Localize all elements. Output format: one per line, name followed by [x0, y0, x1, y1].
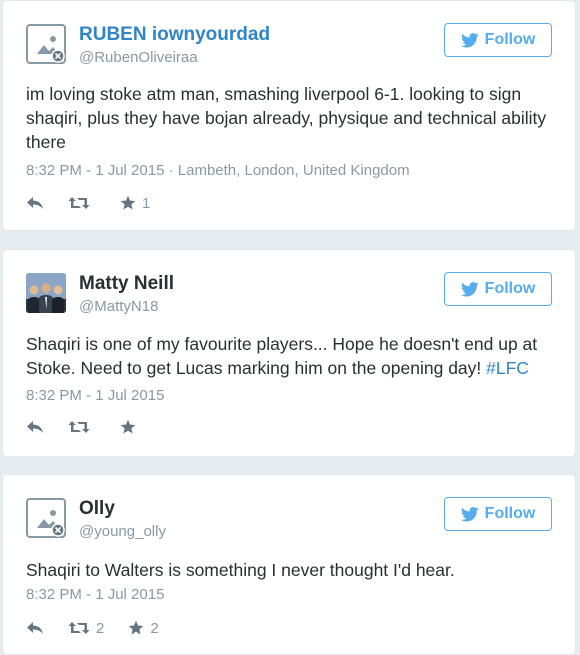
star-icon: [120, 195, 136, 210]
tweet-actions: [26, 417, 166, 437]
tweet-text: Shaqiri is one of my favourite players..…: [26, 332, 557, 380]
tweet-actions: 1: [26, 193, 174, 213]
follow-label: Follow: [484, 280, 536, 297]
retweet-button[interactable]: 2: [68, 620, 104, 637]
favorite-button[interactable]: 2: [128, 619, 159, 637]
retweet-icon: [68, 421, 90, 433]
favorite-count: 2: [150, 619, 159, 637]
reply-icon: [27, 197, 43, 209]
tweet-meta: 8:32 PM - 1 Jul 2015 · Lambeth, London, …: [26, 162, 410, 179]
tweet-text-main: Shaqiri is one of my favourite players..…: [26, 334, 538, 378]
tweet-text: Shaqiri to Walters is something I never …: [26, 560, 455, 580]
user-handle[interactable]: @young_olly: [79, 523, 166, 540]
twitter-bird-icon: [460, 506, 479, 521]
retweet-icon: [68, 197, 90, 209]
user-handle[interactable]: @MattyN18: [79, 298, 158, 315]
hashtag-link[interactable]: #LFC: [486, 358, 529, 378]
tweet-feed: RUBEN iownyourdad @RubenOliveiraa Follow…: [0, 0, 580, 655]
star-icon: [129, 620, 144, 635]
tweet-card: Olly @young_olly Follow Shaqiri to Walte…: [2, 474, 576, 655]
reply-icon: [27, 421, 43, 433]
user-handle[interactable]: @RubenOliveiraa: [79, 49, 198, 66]
tweet-meta: 8:32 PM - 1 Jul 2015: [26, 387, 164, 404]
timestamp[interactable]: 8:32 PM - 1 Jul 2015: [26, 162, 164, 179]
tweet-text: im loving stoke atm man, smashing liverp…: [26, 84, 547, 152]
follow-button[interactable]: Follow: [444, 272, 552, 306]
follow-label: Follow: [484, 31, 536, 48]
follow-button[interactable]: Follow: [444, 23, 552, 57]
meta-separator: ·: [168, 162, 178, 179]
twitter-bird-icon: [460, 32, 479, 47]
reply-button[interactable]: [26, 196, 44, 210]
tweet-meta: 8:32 PM - 1 Jul 2015: [26, 586, 164, 603]
tweet-card: RUBEN iownyourdad @RubenOliveiraa Follow…: [2, 0, 576, 231]
profile-photo[interactable]: [26, 273, 66, 313]
favorite-button[interactable]: 1: [120, 195, 150, 212]
follow-label: Follow: [484, 505, 536, 522]
twitter-bird-icon: [460, 281, 479, 296]
retweet-icon: [68, 622, 90, 634]
default-avatar-icon[interactable]: [26, 24, 66, 64]
tweet-card: Matty Neill @MattyN18 Follow Shaqiri is …: [2, 249, 576, 457]
retweet-button[interactable]: [68, 420, 96, 434]
favorite-count: 1: [142, 194, 151, 212]
follow-button[interactable]: Follow: [444, 497, 552, 531]
reply-icon: [27, 622, 43, 634]
retweet-button[interactable]: [68, 196, 96, 210]
reply-button[interactable]: [26, 621, 44, 635]
display-name[interactable]: Olly: [79, 498, 115, 520]
display-name[interactable]: RUBEN iownyourdad: [79, 24, 270, 46]
favorite-button[interactable]: [120, 419, 142, 435]
timestamp[interactable]: 8:32 PM - 1 Jul 2015: [26, 387, 164, 404]
retweet-count: 2: [96, 619, 105, 637]
reply-button[interactable]: [26, 420, 44, 434]
display-name[interactable]: Matty Neill: [79, 273, 174, 295]
tweet-actions: 2 2: [26, 618, 183, 638]
location[interactable]: Lambeth, London, United Kingdom: [178, 162, 410, 179]
star-icon: [120, 419, 136, 434]
default-avatar-icon[interactable]: [26, 498, 66, 538]
timestamp[interactable]: 8:32 PM - 1 Jul 2015: [26, 586, 164, 603]
